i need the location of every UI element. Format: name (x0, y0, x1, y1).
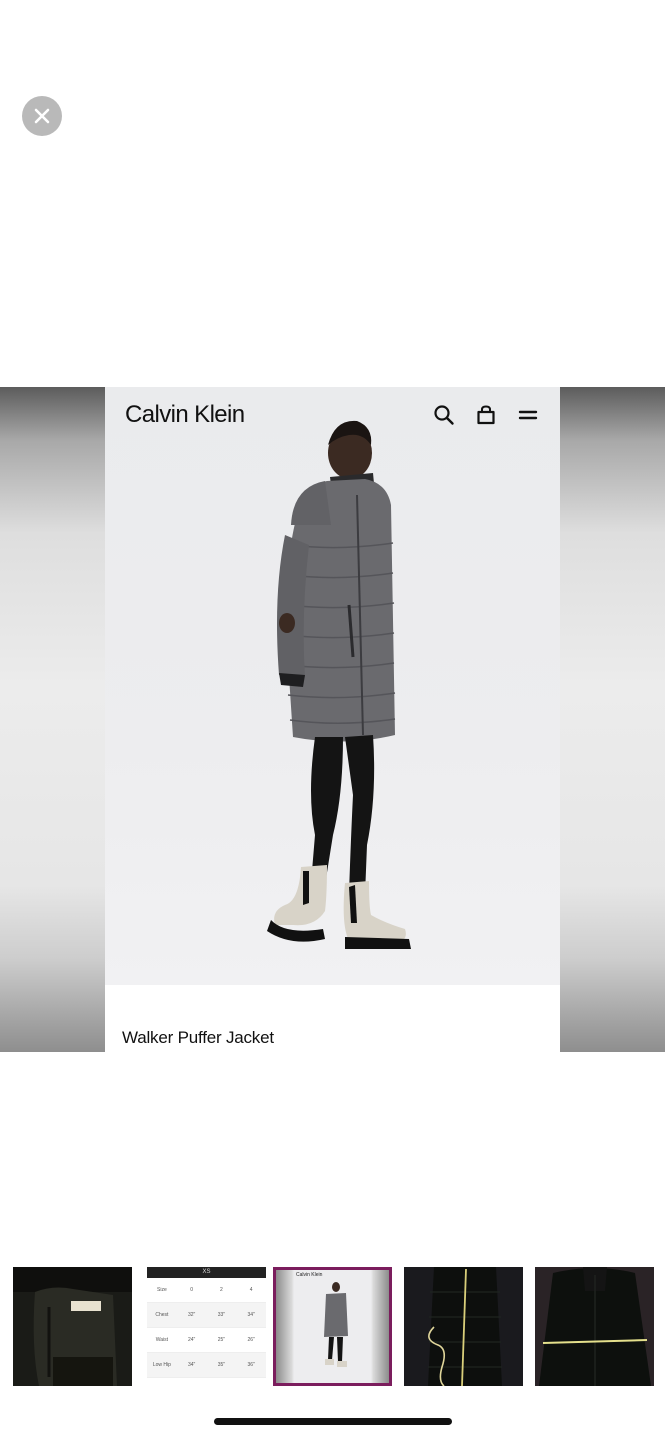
image-viewer[interactable]: Calvin Klein Walker Puffer Jacket (0, 387, 665, 1052)
size-chart-cell: 34" (247, 1312, 255, 1318)
size-chart-cell: Waist (155, 1337, 169, 1343)
size-chart-cell: 4 (249, 1287, 253, 1293)
model-photo (267, 420, 411, 949)
size-chart-cell: 34" (187, 1362, 196, 1368)
product-page-screenshot: Calvin Klein Walker Puffer Jacket (105, 387, 560, 1052)
size-chart-cell: Low Hip (152, 1362, 171, 1368)
size-chart-cell: 25" (217, 1337, 226, 1343)
thumbnail-4[interactable] (404, 1267, 523, 1386)
viewer-backdrop-left (0, 387, 105, 1052)
size-chart-cell: Size (157, 1287, 167, 1293)
thumbnail-2[interactable]: XS Size 0 2 4 Chest 32" 33" 34" Waist 24… (147, 1267, 266, 1386)
thumbnail-1[interactable] (13, 1267, 132, 1386)
thumbnail-strip: XS Size 0 2 4 Chest 32" 33" 34" Waist 24… (0, 1267, 665, 1387)
mini-model-photo (324, 1282, 348, 1367)
size-chart-row: Chest 32" 33" 34" (147, 1303, 266, 1328)
brand-logo: Calvin Klein (125, 401, 245, 428)
size-chart-row: Low Hip 34" 35" 36" (147, 1353, 266, 1378)
search-icon (432, 403, 456, 427)
size-chart-cell: 35" (217, 1362, 226, 1368)
close-icon (34, 108, 50, 124)
size-chart-cell: Chest (155, 1312, 169, 1318)
home-indicator[interactable] (214, 1418, 452, 1425)
size-chart-header: XS (147, 1267, 266, 1278)
size-chart-row: Size 0 2 4 (147, 1278, 266, 1303)
size-chart-cell: 26" (247, 1337, 255, 1343)
product-image: Calvin Klein (105, 387, 560, 985)
size-chart: XS Size 0 2 4 Chest 32" 33" 34" Waist 24… (147, 1267, 266, 1386)
thumbnail-5[interactable] (535, 1267, 654, 1386)
size-chart-row: Waist 24" 25" 26" (147, 1328, 266, 1353)
size-chart-cell: 2 (219, 1287, 223, 1293)
header-icons (432, 403, 540, 427)
size-chart-cell: 33" (217, 1312, 226, 1318)
viewer-backdrop-right (560, 387, 665, 1052)
size-chart-cell: 32" (187, 1312, 196, 1318)
size-chart-cell: 24" (187, 1337, 196, 1343)
jacket-chest-measurement-photo (535, 1267, 654, 1386)
jacket-length-measurement-photo (404, 1267, 523, 1386)
thumbnail-3-selected[interactable]: Calvin Klein (273, 1267, 392, 1386)
size-chart-cell: 0 (190, 1287, 194, 1293)
jacket-interior-photo (13, 1267, 132, 1386)
mini-brand-logo: Calvin Klein (296, 1272, 323, 1278)
size-chart-cell: 36" (247, 1362, 255, 1368)
close-button[interactable] (22, 96, 62, 136)
shopping-bag-icon (474, 403, 498, 427)
hamburger-menu-icon (516, 403, 540, 427)
product-title: Walker Puffer Jacket (122, 1028, 274, 1047)
